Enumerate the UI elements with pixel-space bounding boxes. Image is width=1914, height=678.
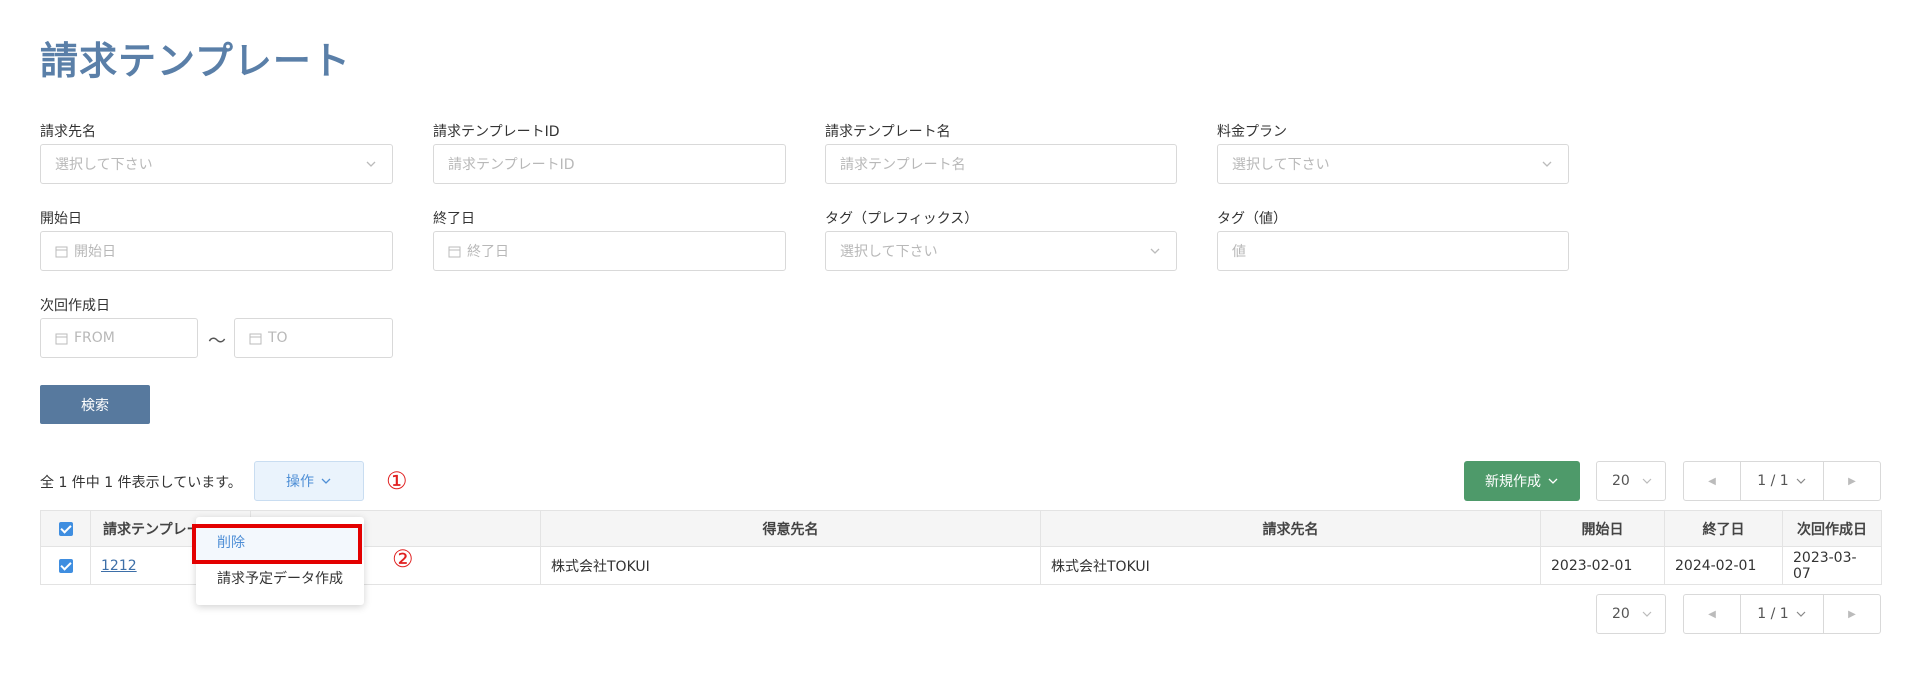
col-start-date[interactable]: 開始日 <box>1540 510 1665 547</box>
next-created-label: 次回作成日 <box>40 298 110 314</box>
page-select[interactable]: 1 / 1 <box>1740 595 1824 633</box>
step-marker-1: ① <box>386 467 408 495</box>
calendar-icon <box>448 246 461 257</box>
page-size-select[interactable]: 20 <box>1596 461 1666 501</box>
end-date-placeholder: 終了日 <box>467 244 509 260</box>
billing-to-cell: 株式会社TOKUI <box>1040 546 1541 585</box>
tag-value-placeholder: 値 <box>1232 244 1246 260</box>
template-id-link[interactable]: 1212 <box>101 558 137 574</box>
pagination-bottom: ◀ 1 / 1 ▶ <box>1683 594 1881 634</box>
template-name-label: 請求テンプレート名 <box>825 124 951 140</box>
tag-prefix-placeholder: 選択して下さい <box>840 244 938 260</box>
end-date-label: 終了日 <box>433 211 475 227</box>
price-plan-label: 料金プラン <box>1217 124 1287 140</box>
start-date-label: 開始日 <box>40 211 82 227</box>
start-date-input[interactable]: 開始日 <box>40 231 393 271</box>
row-select-cell[interactable] <box>40 546 91 585</box>
page-indicator: 1 / 1 <box>1757 606 1789 622</box>
col-next-created[interactable]: 次回作成日 <box>1782 510 1882 547</box>
menu-item-generate-billing[interactable]: 請求予定データ作成 <box>196 560 364 596</box>
price-plan-select[interactable]: 選択して下さい <box>1217 144 1569 184</box>
template-id-input[interactable]: 請求テンプレートID <box>433 144 786 184</box>
chevron-down-icon <box>1548 478 1558 484</box>
from-placeholder: FROM <box>74 330 115 346</box>
next-page-icon[interactable]: ▶ <box>1824 462 1880 500</box>
chevron-down-icon <box>1642 478 1652 484</box>
end-date-input[interactable]: 終了日 <box>433 231 786 271</box>
template-id-placeholder: 請求テンプレートID <box>448 157 575 173</box>
next-created-from-input[interactable]: FROM <box>40 318 198 358</box>
end-date-cell: 2024-02-01 <box>1664 546 1783 585</box>
customer-cell: 株式会社TOKUI <box>540 546 1041 585</box>
template-name-placeholder: 請求テンプレート名 <box>840 157 966 173</box>
billing-to-placeholder: 選択して下さい <box>55 157 153 173</box>
chevron-down-icon <box>1642 611 1652 617</box>
calendar-icon <box>55 246 68 257</box>
step-marker-2: ② <box>392 545 414 573</box>
select-all-cell[interactable] <box>40 510 91 547</box>
chevron-down-icon <box>1796 611 1806 617</box>
search-button[interactable]: 検索 <box>40 385 150 424</box>
page-size-value: 20 <box>1612 473 1630 489</box>
calendar-icon <box>249 333 262 344</box>
new-create-button[interactable]: 新規作成 <box>1464 461 1580 501</box>
col-end-date[interactable]: 終了日 <box>1664 510 1783 547</box>
page-select[interactable]: 1 / 1 <box>1740 462 1824 500</box>
template-id-label: 請求テンプレートID <box>433 124 560 140</box>
price-plan-placeholder: 選択して下さい <box>1232 157 1330 173</box>
chevron-down-icon <box>1542 161 1552 167</box>
next-created-cell: 2023-03-07 <box>1782 546 1882 585</box>
start-date-cell: 2023-02-01 <box>1540 546 1665 585</box>
select-all-checkbox[interactable] <box>58 521 73 536</box>
calendar-icon <box>55 333 68 344</box>
page-indicator: 1 / 1 <box>1757 473 1789 489</box>
billing-to-select[interactable]: 選択して下さい <box>40 144 393 184</box>
row-checkbox[interactable] <box>58 558 73 573</box>
range-separator: 〜 <box>208 331 226 352</box>
tag-value-input[interactable]: 値 <box>1217 231 1569 271</box>
tag-value-label: タグ（値） <box>1217 211 1287 227</box>
prev-page-icon[interactable]: ◀ <box>1684 462 1740 500</box>
next-page-icon[interactable]: ▶ <box>1824 595 1880 633</box>
tag-prefix-select[interactable]: 選択して下さい <box>825 231 1177 271</box>
col-customer[interactable]: 得意先名 <box>540 510 1041 547</box>
chevron-down-icon <box>321 478 331 484</box>
chevron-down-icon <box>366 161 376 167</box>
new-create-label: 新規作成 <box>1485 474 1541 490</box>
billing-to-label: 請求先名 <box>40 124 96 140</box>
col-billing-to[interactable]: 請求先名 <box>1040 510 1541 547</box>
page-size-select-bottom[interactable]: 20 <box>1596 594 1666 634</box>
template-name-input[interactable]: 請求テンプレート名 <box>825 144 1177 184</box>
prev-page-icon[interactable]: ◀ <box>1684 595 1740 633</box>
start-date-placeholder: 開始日 <box>74 244 116 260</box>
tag-prefix-label: タグ（プレフィックス） <box>825 211 979 227</box>
next-created-to-input[interactable]: TO <box>234 318 393 358</box>
operations-button[interactable]: 操作 <box>254 461 364 501</box>
page-title: 請求テンプレート <box>40 39 351 83</box>
chevron-down-icon <box>1796 478 1806 484</box>
pagination-top: ◀ 1 / 1 ▶ <box>1683 461 1881 501</box>
chevron-down-icon <box>1150 248 1160 254</box>
highlight-box <box>192 524 362 564</box>
result-summary: 全 1 件中 1 件表示しています。 <box>40 475 242 491</box>
operations-label: 操作 <box>286 474 314 490</box>
page-size-value: 20 <box>1612 606 1630 622</box>
to-placeholder: TO <box>268 330 288 346</box>
